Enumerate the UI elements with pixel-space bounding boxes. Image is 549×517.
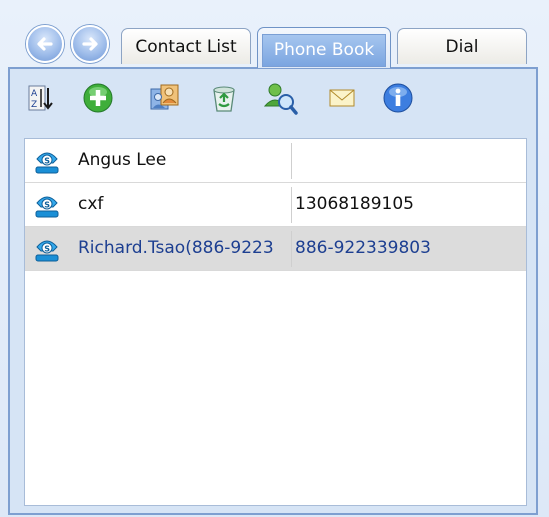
contact-name: Richard.Tsao(886-9223 bbox=[78, 238, 274, 258]
import-contacts-button[interactable] bbox=[146, 80, 182, 116]
search-contact-button[interactable] bbox=[262, 80, 298, 116]
skype-phone-icon: S bbox=[35, 240, 59, 262]
list-item[interactable]: S cxf 13068189105 bbox=[25, 183, 526, 227]
column-divider bbox=[291, 231, 292, 267]
add-contact-button[interactable] bbox=[80, 80, 116, 116]
tab-label: Phone Book bbox=[273, 40, 375, 60]
svg-text:Z: Z bbox=[31, 100, 37, 110]
info-icon bbox=[383, 83, 413, 113]
send-mail-button[interactable] bbox=[324, 80, 360, 116]
contact-name: Angus Lee bbox=[78, 150, 167, 170]
tab-label: Contact List bbox=[135, 36, 237, 57]
svg-text:A: A bbox=[31, 89, 38, 99]
recycle-bin-icon bbox=[213, 86, 235, 112]
list-item[interactable]: S Angus Lee bbox=[25, 139, 526, 183]
delete-contact-button[interactable] bbox=[206, 80, 242, 116]
skype-phone-icon: S bbox=[35, 152, 59, 174]
svg-text:S: S bbox=[44, 201, 50, 210]
forward-button[interactable] bbox=[71, 25, 109, 63]
sort-az-icon: A Z bbox=[28, 85, 53, 111]
sort-button[interactable]: A Z bbox=[24, 80, 60, 116]
info-button[interactable] bbox=[380, 80, 416, 116]
column-divider bbox=[291, 187, 292, 223]
tab-contact-list[interactable]: Contact List bbox=[121, 28, 251, 64]
contact-list: S Angus Lee S cxf 13068189105 S Richard.… bbox=[24, 138, 527, 506]
phone-book-window: Contact List Phone Book Dial A Z S Angus… bbox=[0, 0, 549, 517]
back-arrow-icon bbox=[37, 37, 53, 51]
contact-number: 13068189105 bbox=[295, 194, 414, 214]
forward-arrow-icon bbox=[82, 37, 98, 51]
tab-label: Dial bbox=[445, 36, 479, 57]
list-item-selected[interactable]: S Richard.Tsao(886-9223 886-922339803 bbox=[25, 227, 526, 271]
search-contact-icon bbox=[263, 83, 298, 115]
contact-name: cxf bbox=[78, 194, 104, 214]
contact-number: 886-922339803 bbox=[295, 238, 431, 258]
tab-phone-book[interactable]: Phone Book bbox=[257, 27, 391, 68]
svg-text:S: S bbox=[44, 157, 50, 166]
tab-dial[interactable]: Dial bbox=[397, 28, 527, 64]
phone-book-panel: A Z S Angus Lee S cxf 13068189105 S Rich… bbox=[8, 67, 538, 515]
svg-text:S: S bbox=[44, 245, 50, 254]
import-contacts-icon bbox=[150, 84, 179, 110]
column-divider bbox=[291, 143, 292, 179]
toolbar: A Z bbox=[10, 69, 536, 133]
back-button[interactable] bbox=[26, 25, 64, 63]
mail-icon bbox=[329, 89, 355, 107]
skype-phone-icon: S bbox=[35, 196, 59, 218]
add-icon bbox=[83, 83, 113, 113]
